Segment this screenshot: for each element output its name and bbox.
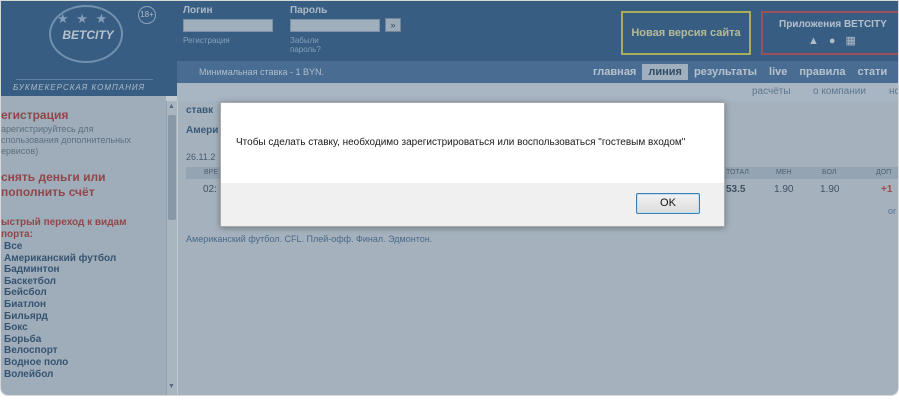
ok-button[interactable]: OK [636, 193, 700, 214]
dialog-body: Чтобы сделать ставку, необходимо зарегис… [221, 103, 724, 183]
browser-page: BETCITY 18+ БУКМЕКЕРСКАЯ КОМПАНИЯ Логин … [0, 0, 899, 396]
dialog-message: Чтобы сделать ставку, необходимо зарегис… [236, 137, 686, 148]
dialog-footer: OK [221, 183, 724, 226]
alert-dialog: Чтобы сделать ставку, необходимо зарегис… [220, 102, 725, 227]
